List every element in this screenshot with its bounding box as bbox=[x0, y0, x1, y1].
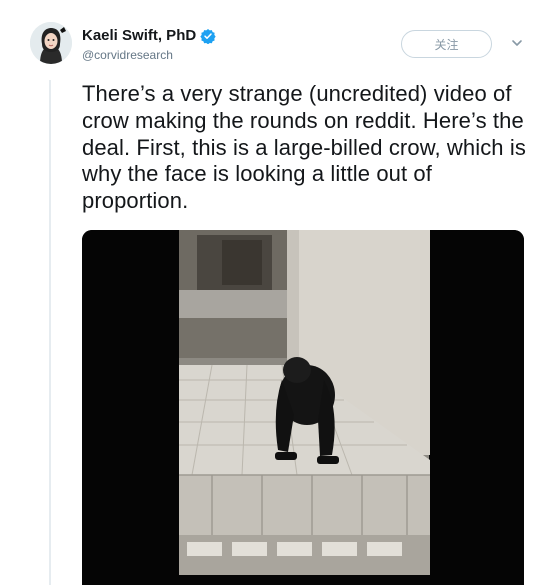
follow-button[interactable]: 关注 bbox=[401, 30, 492, 58]
tweet-video[interactable] bbox=[82, 230, 524, 585]
author-handle[interactable]: @corvidresearch bbox=[82, 48, 173, 62]
verified-badge-icon bbox=[200, 28, 216, 44]
author-row: Kaeli Swift, PhD bbox=[82, 27, 216, 44]
avatar[interactable] bbox=[30, 22, 72, 64]
chevron-down-icon[interactable] bbox=[510, 36, 524, 50]
thread-line bbox=[49, 80, 51, 585]
tweet-text: There’s a very strange (uncredited) vide… bbox=[82, 81, 526, 214]
video-frame bbox=[82, 230, 524, 585]
author-name[interactable]: Kaeli Swift, PhD bbox=[82, 27, 196, 44]
avatar-illustration bbox=[30, 22, 72, 64]
